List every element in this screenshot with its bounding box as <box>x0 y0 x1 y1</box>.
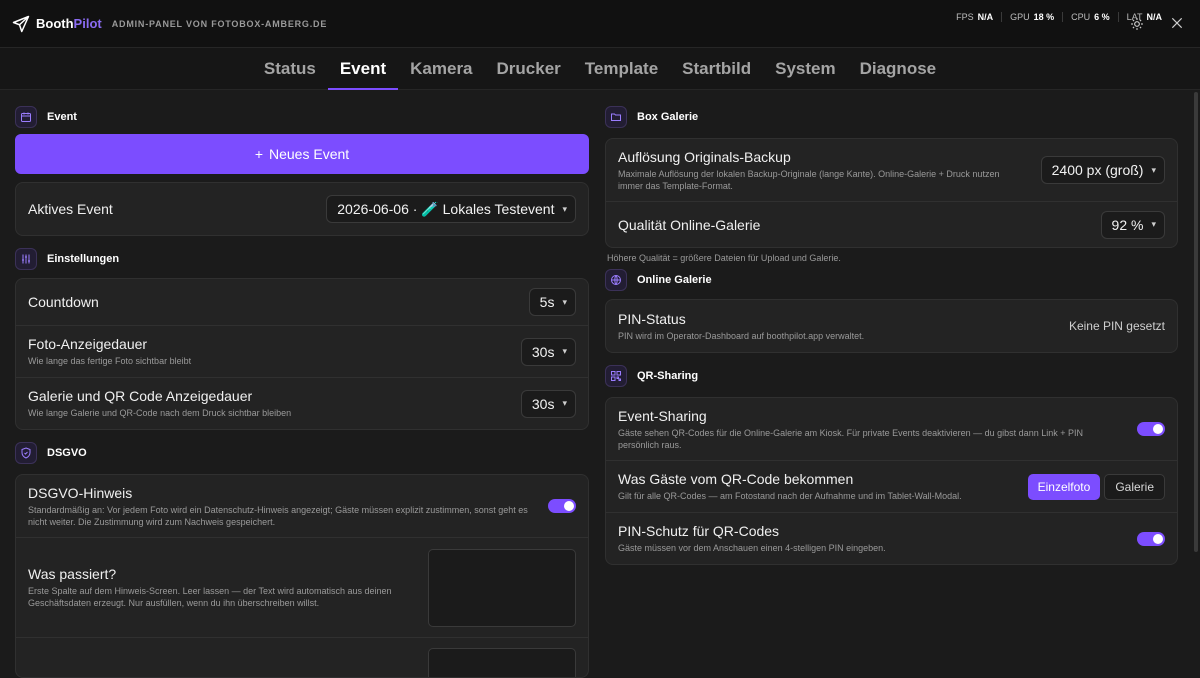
folder-icon <box>611 113 621 121</box>
logo: BoothPilot <box>12 15 102 33</box>
qr-sharing-card: Event-Sharing Gäste sehen QR-Codes für di… <box>605 397 1178 565</box>
active-event-label: Aktives Event <box>28 201 113 217</box>
main-tabs: Status Event Kamera Drucker Template Sta… <box>0 48 1200 90</box>
pin-status-value: Keine PIN gesetzt <box>1068 319 1165 333</box>
dsgvo-what-row: Was passiert? Erste Spalte auf dem Hinwei… <box>16 537 588 637</box>
dsgvo-next-textarea[interactable] <box>428 648 576 677</box>
left-column: Event + Neues Event Aktives Event 2026-0… <box>15 100 589 678</box>
section-dsgvo: DSGVO <box>15 440 589 466</box>
section-settings: Einstellungen <box>15 246 589 272</box>
tab-template[interactable]: Template <box>573 48 670 90</box>
countdown-row: Countdown 5s ▾ <box>16 279 588 325</box>
chevron-down-icon: ▾ <box>562 203 567 214</box>
section-title: Box Galerie <box>637 111 699 123</box>
dsgvo-toggle[interactable] <box>548 499 576 513</box>
section-online-gallery: Online Galerie <box>605 267 1178 293</box>
single-photo-button[interactable]: Einzelfoto <box>1027 473 1101 500</box>
shield-icon <box>21 447 31 459</box>
quality-row: Qualität Online-Galerie 92 % ▾ <box>606 201 1177 247</box>
photo-duration-row: Foto-Anzeigedauer Wie lange das fertige F… <box>16 325 588 377</box>
paper-plane-icon <box>12 15 30 32</box>
event-sharing-row: Event-Sharing Gäste sehen QR-Codes für di… <box>606 398 1177 460</box>
metric-fps: FPS N/A <box>956 12 994 22</box>
chevron-down-icon: ▾ <box>562 398 567 408</box>
new-event-button[interactable]: + Neues Event <box>15 134 589 174</box>
brand-name: BoothPilot <box>36 16 102 31</box>
section-qr-sharing: QR-Sharing <box>605 363 1178 389</box>
section-event: Event <box>15 104 589 130</box>
dsgvo-what-textarea[interactable] <box>428 548 576 627</box>
section-title: Online Galerie <box>637 274 712 286</box>
gallery-duration-row: Galerie und QR Code Anzeigedauer Wie lang… <box>16 377 588 429</box>
pin-status-row: PIN-Status PIN wird im Operator-Dashboard… <box>618 310 1165 341</box>
gallery-button[interactable]: Galerie <box>1104 473 1165 500</box>
metric-gpu: GPU 18 % <box>1001 12 1062 22</box>
active-event-row: Aktives Event 2026-06-06 · 🧪 Lokales Tes… <box>16 183 588 235</box>
active-event-select[interactable]: 2026-06-06 · 🧪 Lokales Testevent ▾ <box>326 195 576 223</box>
chevron-down-icon: ▾ <box>1151 164 1156 175</box>
chevron-down-icon: ▾ <box>562 346 567 356</box>
tab-drucker[interactable]: Drucker <box>485 48 573 90</box>
active-event-card: Aktives Event 2026-06-06 · 🧪 Lokales Tes… <box>15 182 589 236</box>
right-column: Box Galerie Auflösung Originals-Backup Ma… <box>605 100 1178 565</box>
tab-system[interactable]: System <box>763 48 847 90</box>
tab-kamera[interactable]: Kamera <box>398 48 484 90</box>
dsgvo-hint-row: DSGVO-Hinweis Standardmäßig an: Vor jedem… <box>16 475 588 537</box>
chevron-down-icon: ▾ <box>1151 219 1156 229</box>
tab-event[interactable]: Event <box>327 48 399 90</box>
tab-diagnose[interactable]: Diagnose <box>848 48 949 90</box>
tab-status[interactable]: Status <box>252 48 328 90</box>
close-icon[interactable] <box>1170 16 1184 30</box>
metric-cpu: CPU 6 % <box>1062 12 1118 22</box>
qr-content-row: Was Gäste vom QR-Code bekommen Gilt für a… <box>606 460 1177 512</box>
sliders-icon <box>22 254 30 264</box>
section-title: Einstellungen <box>47 253 120 265</box>
section-box-gallery: Box Galerie <box>605 104 1178 130</box>
settings-card: Countdown 5s ▾ Foto-Anzeigedauer Wie lange… <box>15 278 589 430</box>
chevron-down-icon: ▾ <box>562 296 567 307</box>
sun-icon[interactable] <box>1130 17 1144 31</box>
top-bar: BoothPilot ADMIN-PANEL VON FOTOBOX-AMBER… <box>0 0 1200 48</box>
quality-select[interactable]: 92 % ▾ <box>1100 210 1165 239</box>
globe-icon <box>611 275 621 285</box>
gallery-duration-select[interactable]: 30s ▾ <box>520 389 576 418</box>
section-title: QR-Sharing <box>637 370 699 382</box>
calendar-icon <box>21 112 31 122</box>
qr-content-segmented: Einzelfoto Galerie <box>1027 473 1165 500</box>
resolution-row: Auflösung Originals-Backup Maximale Auflö… <box>606 139 1177 201</box>
dsgvo-next-row <box>16 637 588 677</box>
qr-code-icon <box>611 371 621 381</box>
qr-pin-row: PIN-Schutz für QR-Codes Gäste müssen vor … <box>606 512 1177 564</box>
qr-pin-toggle[interactable] <box>1137 531 1165 546</box>
box-gallery-card: Auflösung Originals-Backup Maximale Auflö… <box>605 138 1178 248</box>
event-sharing-toggle[interactable] <box>1137 422 1165 436</box>
online-gallery-card: PIN-Status PIN wird im Operator-Dashboard… <box>605 299 1178 353</box>
admin-subtitle: ADMIN-PANEL VON FOTOBOX-AMBERG.DE <box>111 18 328 29</box>
countdown-select[interactable]: 5s ▾ <box>528 288 576 316</box>
tab-startbild[interactable]: Startbild <box>670 48 763 90</box>
plus-icon: + <box>254 146 263 162</box>
section-title: Event <box>47 111 77 123</box>
section-title: DSGVO <box>47 447 87 459</box>
dsgvo-card: DSGVO-Hinweis Standardmäßig an: Vor jedem… <box>15 474 589 678</box>
resolution-select[interactable]: 2400 px (groß) ▾ <box>1040 156 1165 184</box>
scrollbar[interactable] <box>1194 92 1198 552</box>
quality-hint: Höhere Qualität = größere Dateien für Up… <box>607 253 841 263</box>
photo-duration-select[interactable]: 30s ▾ <box>520 337 576 366</box>
